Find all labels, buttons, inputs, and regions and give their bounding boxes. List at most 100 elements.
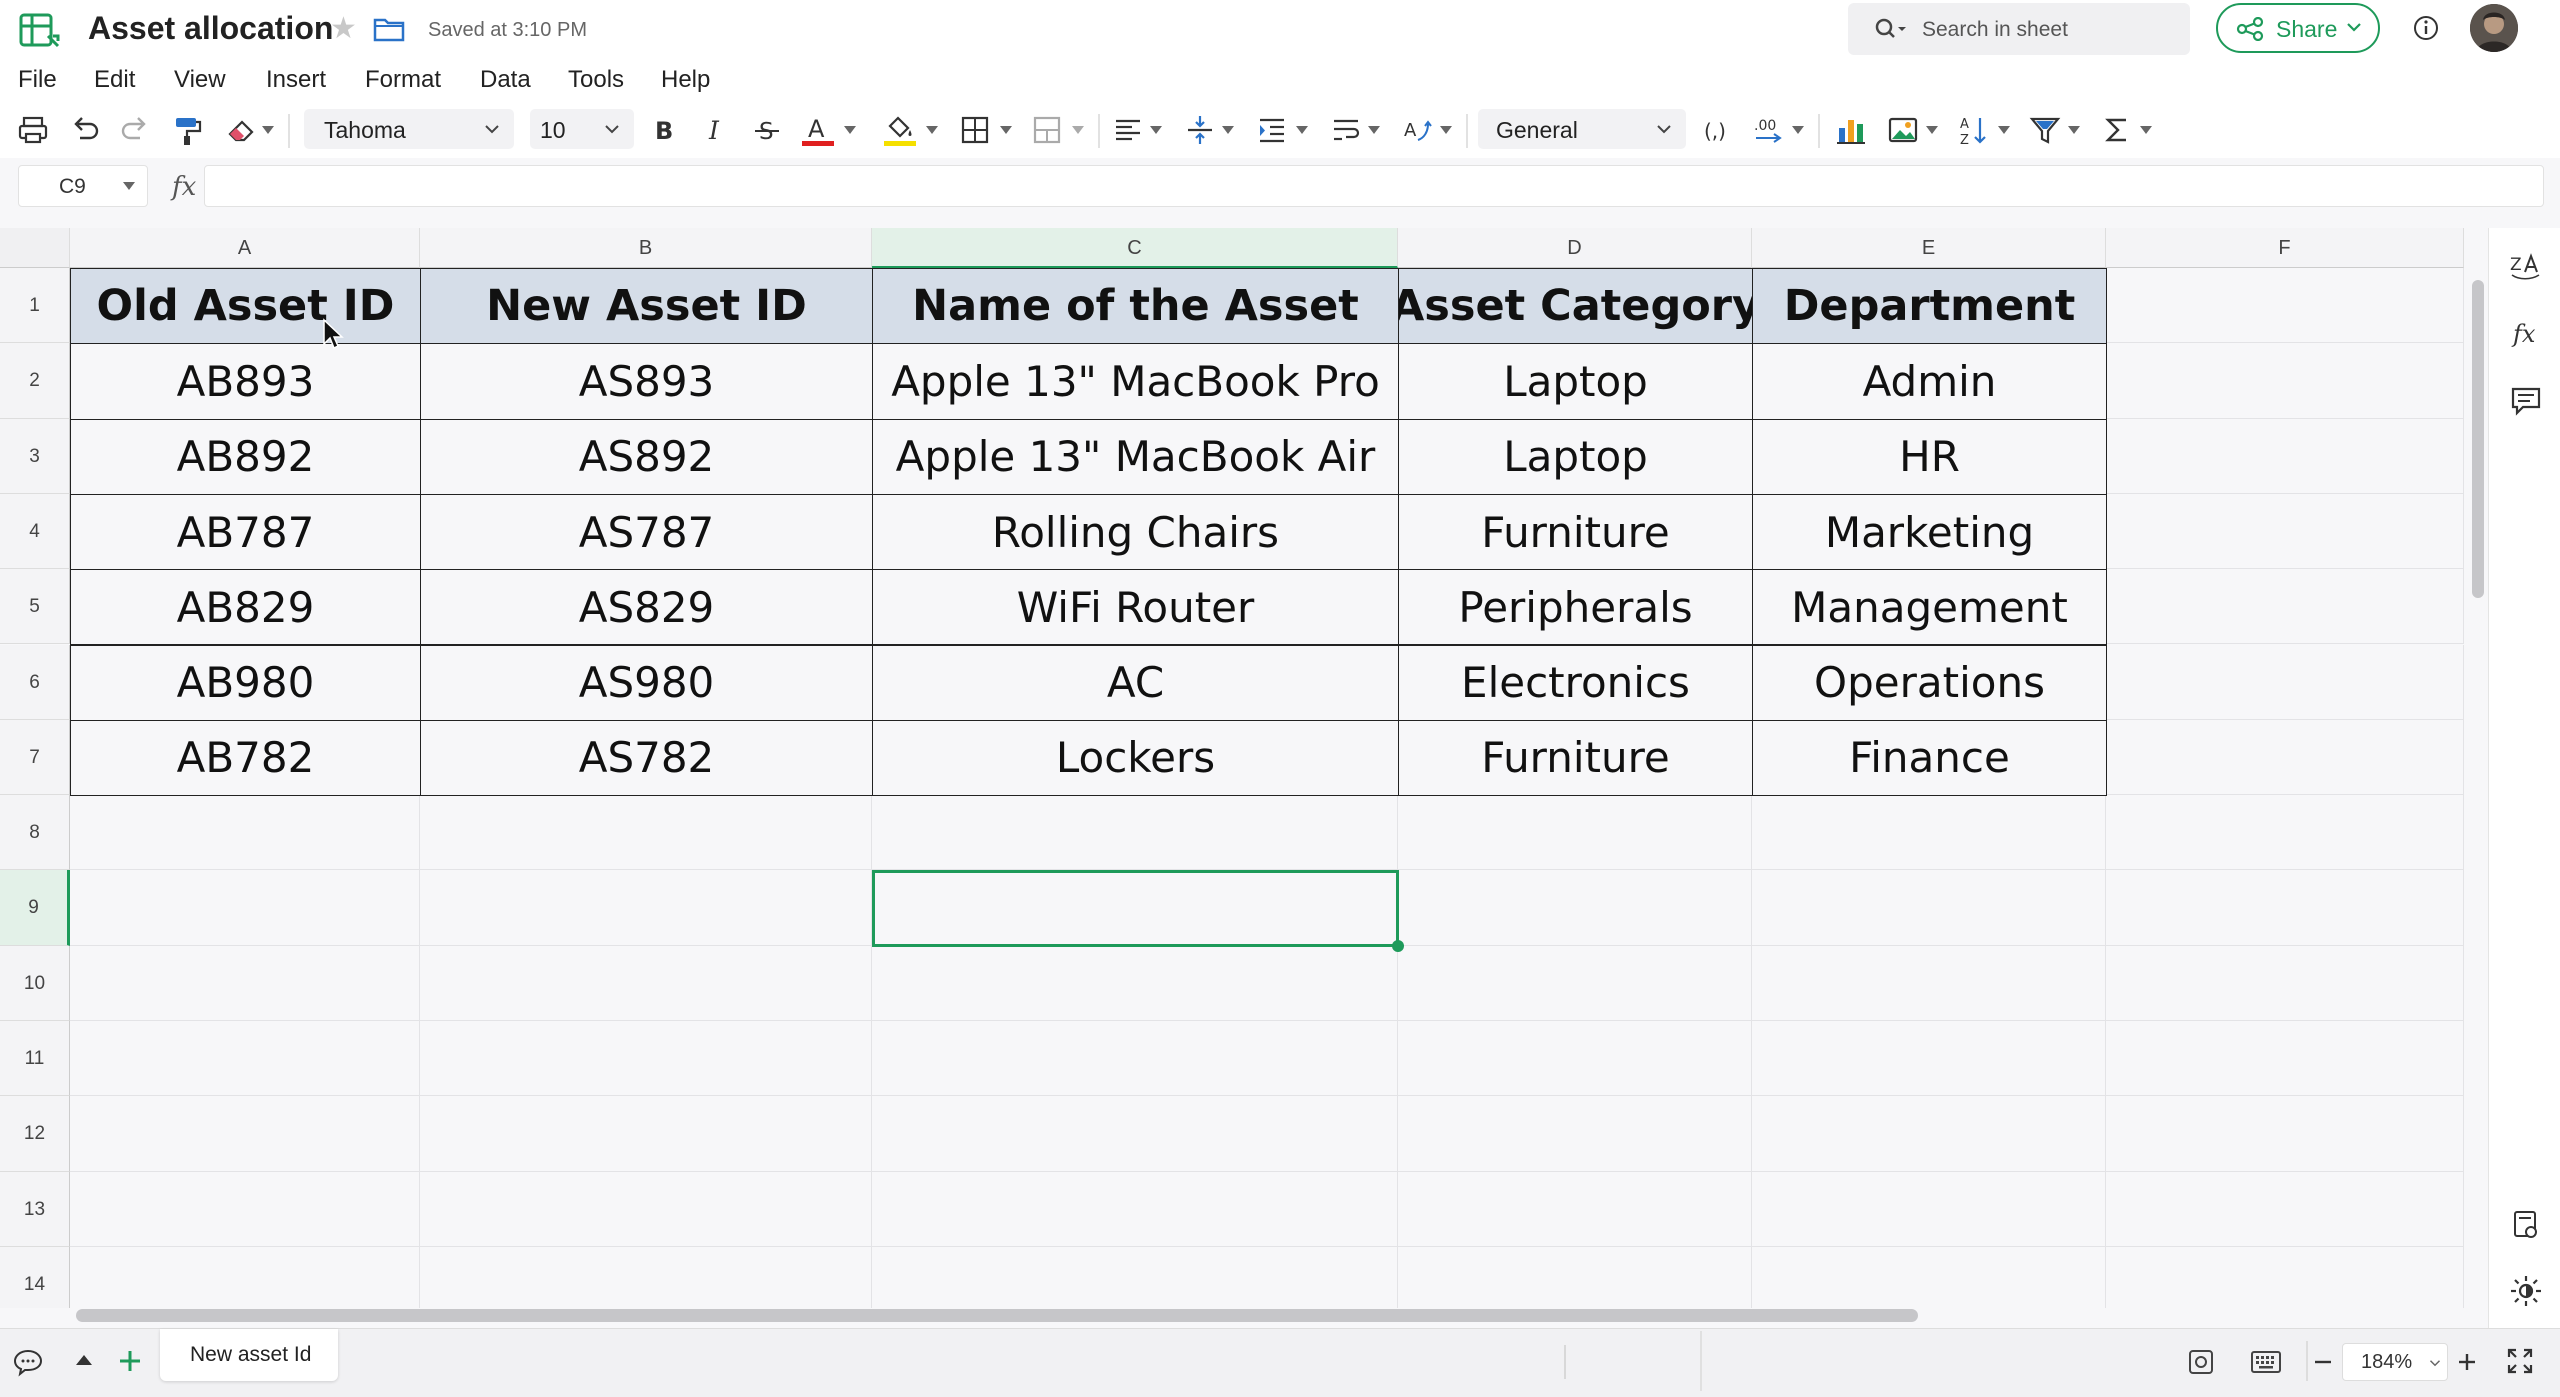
share-button[interactable]: Share (2216, 3, 2380, 53)
cell-c13[interactable] (872, 1171, 1398, 1247)
thousands-separator-icon[interactable]: (,) (1702, 112, 1736, 148)
sheet-list-up-icon[interactable] (76, 1353, 92, 1365)
table-cell[interactable]: AB980 (70, 644, 421, 721)
cell-f7[interactable] (2106, 719, 2464, 796)
borders-icon[interactable] (958, 112, 992, 148)
row-header-13[interactable]: 13 (0, 1171, 70, 1247)
translate-icon[interactable]: Z (2509, 248, 2543, 282)
horizontal-scrollbar-thumb[interactable] (76, 1309, 1918, 1322)
cell-d12[interactable] (1398, 1096, 1752, 1172)
chevron-down-icon[interactable] (1926, 126, 1938, 134)
cell-e12[interactable] (1752, 1096, 2106, 1172)
bold-icon[interactable]: B (648, 112, 678, 148)
cell-name-box[interactable]: C9 (18, 165, 148, 207)
table-cell[interactable]: AS980 (420, 644, 873, 721)
fill-handle[interactable] (1392, 939, 1404, 952)
menu-tools[interactable]: Tools (568, 66, 624, 94)
cell-b13[interactable] (420, 1171, 872, 1247)
chevron-down-icon[interactable] (1792, 126, 1804, 134)
row-header-1[interactable]: 1 (0, 268, 70, 344)
zoom-out-icon[interactable] (2312, 1351, 2334, 1373)
chevron-down-icon[interactable] (1296, 126, 1308, 134)
cell-e11[interactable] (1752, 1021, 2106, 1097)
eraser-icon[interactable] (224, 112, 258, 148)
cell-f10[interactable] (2106, 945, 2464, 1021)
redo-icon[interactable] (118, 112, 152, 148)
sort-icon[interactable]: AZ (1958, 112, 1992, 148)
table-cell[interactable]: AS787 (420, 493, 873, 571)
cell-f12[interactable] (2106, 1096, 2464, 1172)
sheet-tab-active[interactable]: New asset Id (160, 1329, 338, 1381)
folder-icon[interactable] (373, 16, 405, 42)
table-cell[interactable]: AB829 (70, 569, 421, 646)
cell-b11[interactable] (420, 1021, 872, 1097)
row-header-11[interactable]: 11 (0, 1021, 70, 1097)
chevron-down-icon[interactable] (926, 126, 938, 134)
cell-b10[interactable] (420, 945, 872, 1021)
text-rotation-icon[interactable]: A (1400, 112, 1432, 148)
column-header-f[interactable]: F (2106, 228, 2464, 268)
column-header-e[interactable]: E (1752, 228, 2106, 268)
cell-e14[interactable] (1752, 1246, 2106, 1308)
cell-c8[interactable] (872, 795, 1398, 871)
menu-help[interactable]: Help (661, 66, 710, 94)
cell-d8[interactable] (1398, 795, 1752, 871)
formula-input[interactable] (204, 165, 2544, 207)
paint-format-icon[interactable] (170, 112, 204, 148)
cell-a8[interactable] (70, 795, 420, 871)
filter-icon[interactable] (2028, 112, 2062, 148)
cell-a14[interactable] (70, 1246, 420, 1308)
font-color-icon[interactable]: A (800, 112, 836, 148)
table-cell[interactable]: Management (1752, 569, 2107, 646)
cell-f13[interactable] (2106, 1171, 2464, 1247)
add-sheet-icon[interactable] (116, 1347, 144, 1375)
cell-c12[interactable] (872, 1096, 1398, 1172)
select-all-corner[interactable] (0, 228, 70, 268)
chevron-down-icon[interactable] (1222, 126, 1234, 134)
row-header-8[interactable]: 8 (0, 795, 70, 871)
chevron-down-icon[interactable] (1072, 126, 1084, 134)
cell-a9[interactable] (70, 870, 420, 946)
fit-to-screen-icon[interactable] (2186, 1347, 2216, 1377)
cell-d13[interactable] (1398, 1171, 1752, 1247)
table-cell[interactable]: Peripherals (1398, 569, 1753, 646)
column-header-c[interactable]: C (872, 228, 1398, 268)
cell-f5[interactable] (2106, 569, 2464, 645)
table-header-cell[interactable]: Old Asset ID (70, 268, 421, 345)
cell-f8[interactable] (2106, 795, 2464, 871)
cell-c10[interactable] (872, 945, 1398, 1021)
cell-a13[interactable] (70, 1171, 420, 1247)
fullscreen-icon[interactable] (2506, 1347, 2534, 1375)
cell-a10[interactable] (70, 945, 420, 1021)
table-cell[interactable]: Furniture (1398, 493, 1753, 571)
avatar[interactable] (2470, 4, 2518, 52)
chevron-down-icon[interactable] (1368, 126, 1380, 134)
cell-e13[interactable] (1752, 1171, 2106, 1247)
menu-file[interactable]: File (18, 66, 57, 94)
table-cell[interactable]: AS893 (420, 343, 873, 420)
wrap-text-icon[interactable] (1330, 112, 1362, 148)
italic-icon[interactable]: I (700, 112, 730, 148)
table-cell[interactable]: Lockers (872, 719, 1399, 797)
cell-f6[interactable] (2106, 644, 2464, 720)
cell-d14[interactable] (1398, 1246, 1752, 1308)
table-cell[interactable]: Rolling Chairs (872, 493, 1399, 571)
cell-c14[interactable] (872, 1246, 1398, 1308)
table-cell[interactable]: AB893 (70, 343, 421, 420)
print-icon[interactable] (16, 112, 50, 148)
selected-cell-highlight[interactable] (872, 870, 1399, 947)
cell-f2[interactable] (2106, 343, 2464, 419)
document-title[interactable]: Asset allocation (88, 10, 333, 47)
table-header-cell[interactable]: Department (1752, 268, 2107, 345)
column-header-d[interactable]: D (1398, 228, 1752, 268)
zoom-select[interactable]: 184% (2342, 1343, 2448, 1381)
table-cell[interactable]: Laptop (1398, 418, 1753, 495)
menu-edit[interactable]: Edit (94, 66, 135, 94)
table-cell[interactable]: AS782 (420, 719, 873, 797)
undo-icon[interactable] (68, 112, 102, 148)
theme-brightness-icon[interactable] (2509, 1274, 2543, 1308)
table-cell[interactable]: Finance (1752, 719, 2107, 797)
table-cell[interactable]: Operations (1752, 644, 2107, 721)
table-cell[interactable]: AC (872, 644, 1399, 721)
cell-b9[interactable] (420, 870, 872, 946)
